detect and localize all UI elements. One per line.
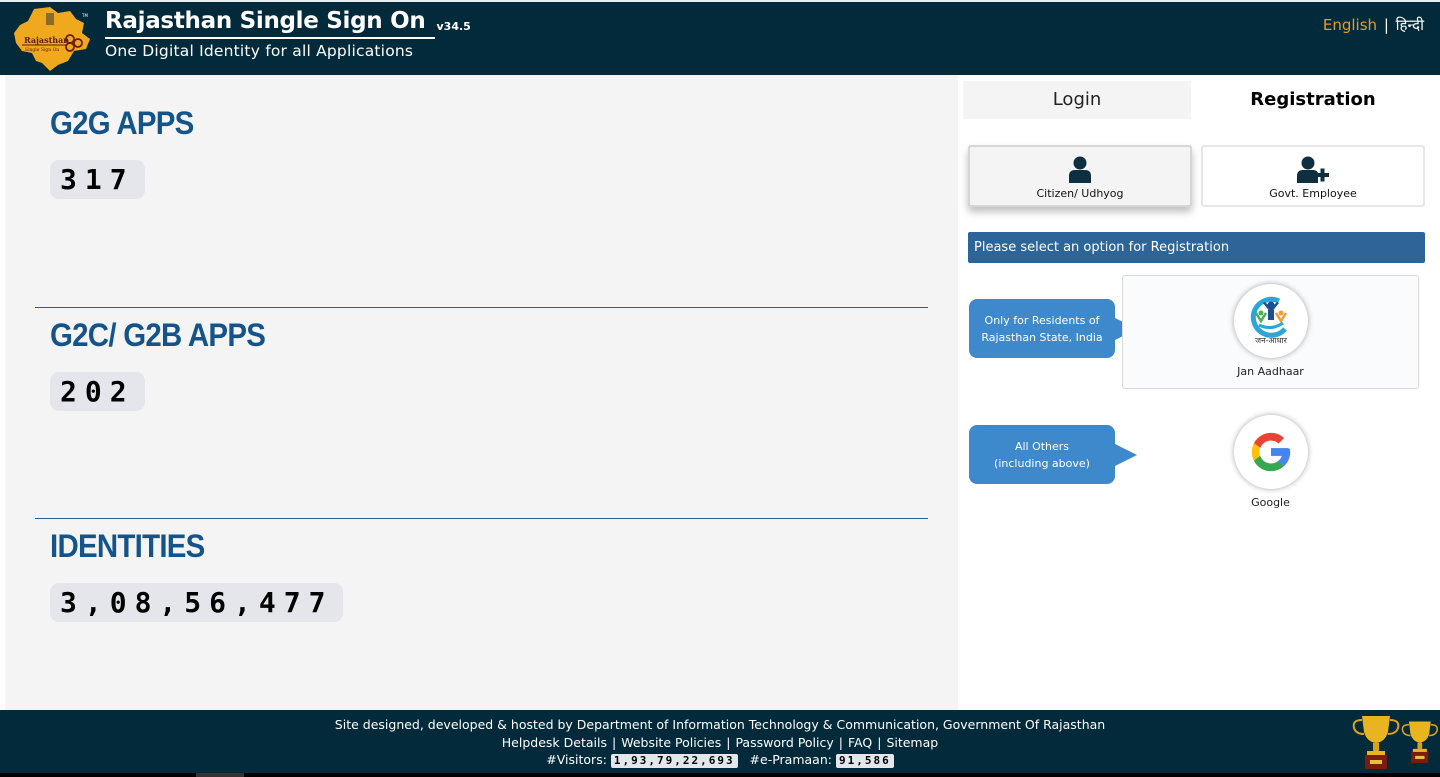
site-footer: Site designed, developed & hosted by Dep… — [0, 710, 1440, 773]
logo-text-top: Rajasthan — [24, 35, 69, 45]
trophy-icon — [1352, 716, 1400, 769]
google-note-bubble: All Others (including above) — [969, 425, 1137, 484]
stat-counter: 202 — [50, 372, 145, 411]
password-policy-link[interactable]: Password Policy — [735, 735, 833, 750]
lang-hindi-link[interactable]: हिन्दी — [1396, 16, 1424, 34]
citizen-udhyog-option[interactable]: Citizen/ Udhyog — [968, 145, 1192, 207]
horizontal-scrollbar[interactable] — [0, 773, 1440, 777]
site-title: Rajasthan Single Sign On — [105, 8, 426, 34]
bubble-line: (including above) — [994, 456, 1090, 470]
jan-aadhaar-icon: जन-आधार — [1250, 296, 1287, 345]
stat-identities: IDENTITIES 3,08,56,477 — [50, 528, 344, 622]
helpdesk-details-link[interactable]: Helpdesk Details — [502, 735, 607, 750]
stat-title: G2C/ G2B APPS — [50, 317, 266, 353]
title-underline — [105, 37, 435, 39]
user-plus-icon — [1297, 156, 1329, 183]
stat-title: G2G APPS — [50, 105, 194, 141]
section-divider — [35, 307, 928, 308]
google-icon — [1251, 432, 1290, 472]
jan-aadhaar-button[interactable]: जन-आधार Jan Aadhaar — [1122, 275, 1419, 389]
tab-registration[interactable]: Registration — [1199, 81, 1427, 119]
footer-credit: Site designed, developed & hosted by Dep… — [334, 717, 1106, 732]
lang-separator: | — [1383, 16, 1389, 34]
user-icon — [1069, 156, 1091, 183]
stat-counter: 3,08,56,477 — [50, 583, 344, 622]
svg-text:TM: TM — [81, 13, 88, 18]
google-label: Google — [1251, 496, 1290, 509]
logo-text-bottom: Single Sign On — [25, 47, 59, 53]
jan-aadhaar-logo: जन-आधार — [1233, 284, 1308, 358]
link-separator: | — [611, 735, 617, 750]
trophy-icon — [1401, 721, 1439, 763]
google-button[interactable]: Google — [1122, 407, 1419, 517]
language-switcher: English | हिन्दी — [1323, 15, 1424, 35]
rajasthan-sso-logo[interactable]: Rajasthan Single Sign On TM — [12, 5, 92, 71]
section-divider — [35, 518, 928, 519]
registration-prompt-banner: Please select an option for Registration — [968, 232, 1425, 263]
auth-panel: Login Registration Citizen/ Udhyog Govt.… — [958, 75, 1440, 710]
google-logo — [1233, 415, 1308, 489]
jan-aadhaar-logo-text: जन-आधार — [1255, 336, 1287, 345]
footer-links: Helpdesk Details | Website Policies | Passwo… — [0, 735, 1440, 750]
footer-stats: #Visitors: 1,93,79,22,693 #e-Pramaan: 91… — [0, 752, 1440, 768]
website-policies-link[interactable]: Website Policies — [621, 735, 721, 750]
bubble-line: All Others — [1014, 439, 1070, 453]
visitors-label: #Visitors: — [546, 752, 607, 767]
stat-g2c-g2b-apps: G2C/ G2B APPS 202 — [50, 317, 284, 411]
lang-english-link[interactable]: English — [1323, 16, 1377, 34]
site-subtitle: One Digital Identity for all Application… — [105, 42, 414, 60]
link-separator: | — [726, 735, 731, 750]
stats-panel: G2G APPS 317 G2C/ G2B APPS 202 IDENTITIE… — [5, 75, 958, 710]
awards[interactable] — [1348, 714, 1440, 776]
scrollbar-thumb[interactable] — [196, 773, 244, 777]
link-separator: | — [877, 735, 882, 750]
brand-block: Rajasthan Single Sign On v34.5 One Digit… — [105, 8, 471, 60]
version-label: v34.5 — [436, 20, 471, 33]
epramaan-label: #e-Pramaan: — [749, 752, 832, 767]
stat-counter: 317 — [50, 160, 145, 199]
link-separator: | — [838, 735, 843, 750]
option-label: Citizen/ Udhyog — [1036, 187, 1124, 200]
govt-employee-option[interactable]: Govt. Employee — [1201, 145, 1425, 207]
stat-title: IDENTITIES — [50, 528, 205, 564]
epramaan-counter: 91,586 — [835, 754, 894, 768]
bubble-line: Only for Residents of — [984, 313, 1100, 327]
option-label: Govt. Employee — [1269, 187, 1357, 200]
tab-login[interactable]: Login — [963, 81, 1191, 119]
site-header: Rajasthan Single Sign On TM Rajasthan Si… — [0, 0, 1440, 75]
sitemap-link[interactable]: Sitemap — [886, 735, 938, 750]
jan-aadhaar-note-bubble: Only for Residents of Rajasthan State, I… — [969, 299, 1137, 358]
jan-aadhaar-label: Jan Aadhaar — [1237, 365, 1304, 378]
stat-g2g-apps: G2G APPS 317 — [50, 105, 206, 199]
bubble-line: Rajasthan State, India — [981, 330, 1103, 344]
visitors-counter: 1,93,79,22,693 — [610, 754, 738, 768]
faq-link[interactable]: FAQ — [848, 735, 872, 750]
